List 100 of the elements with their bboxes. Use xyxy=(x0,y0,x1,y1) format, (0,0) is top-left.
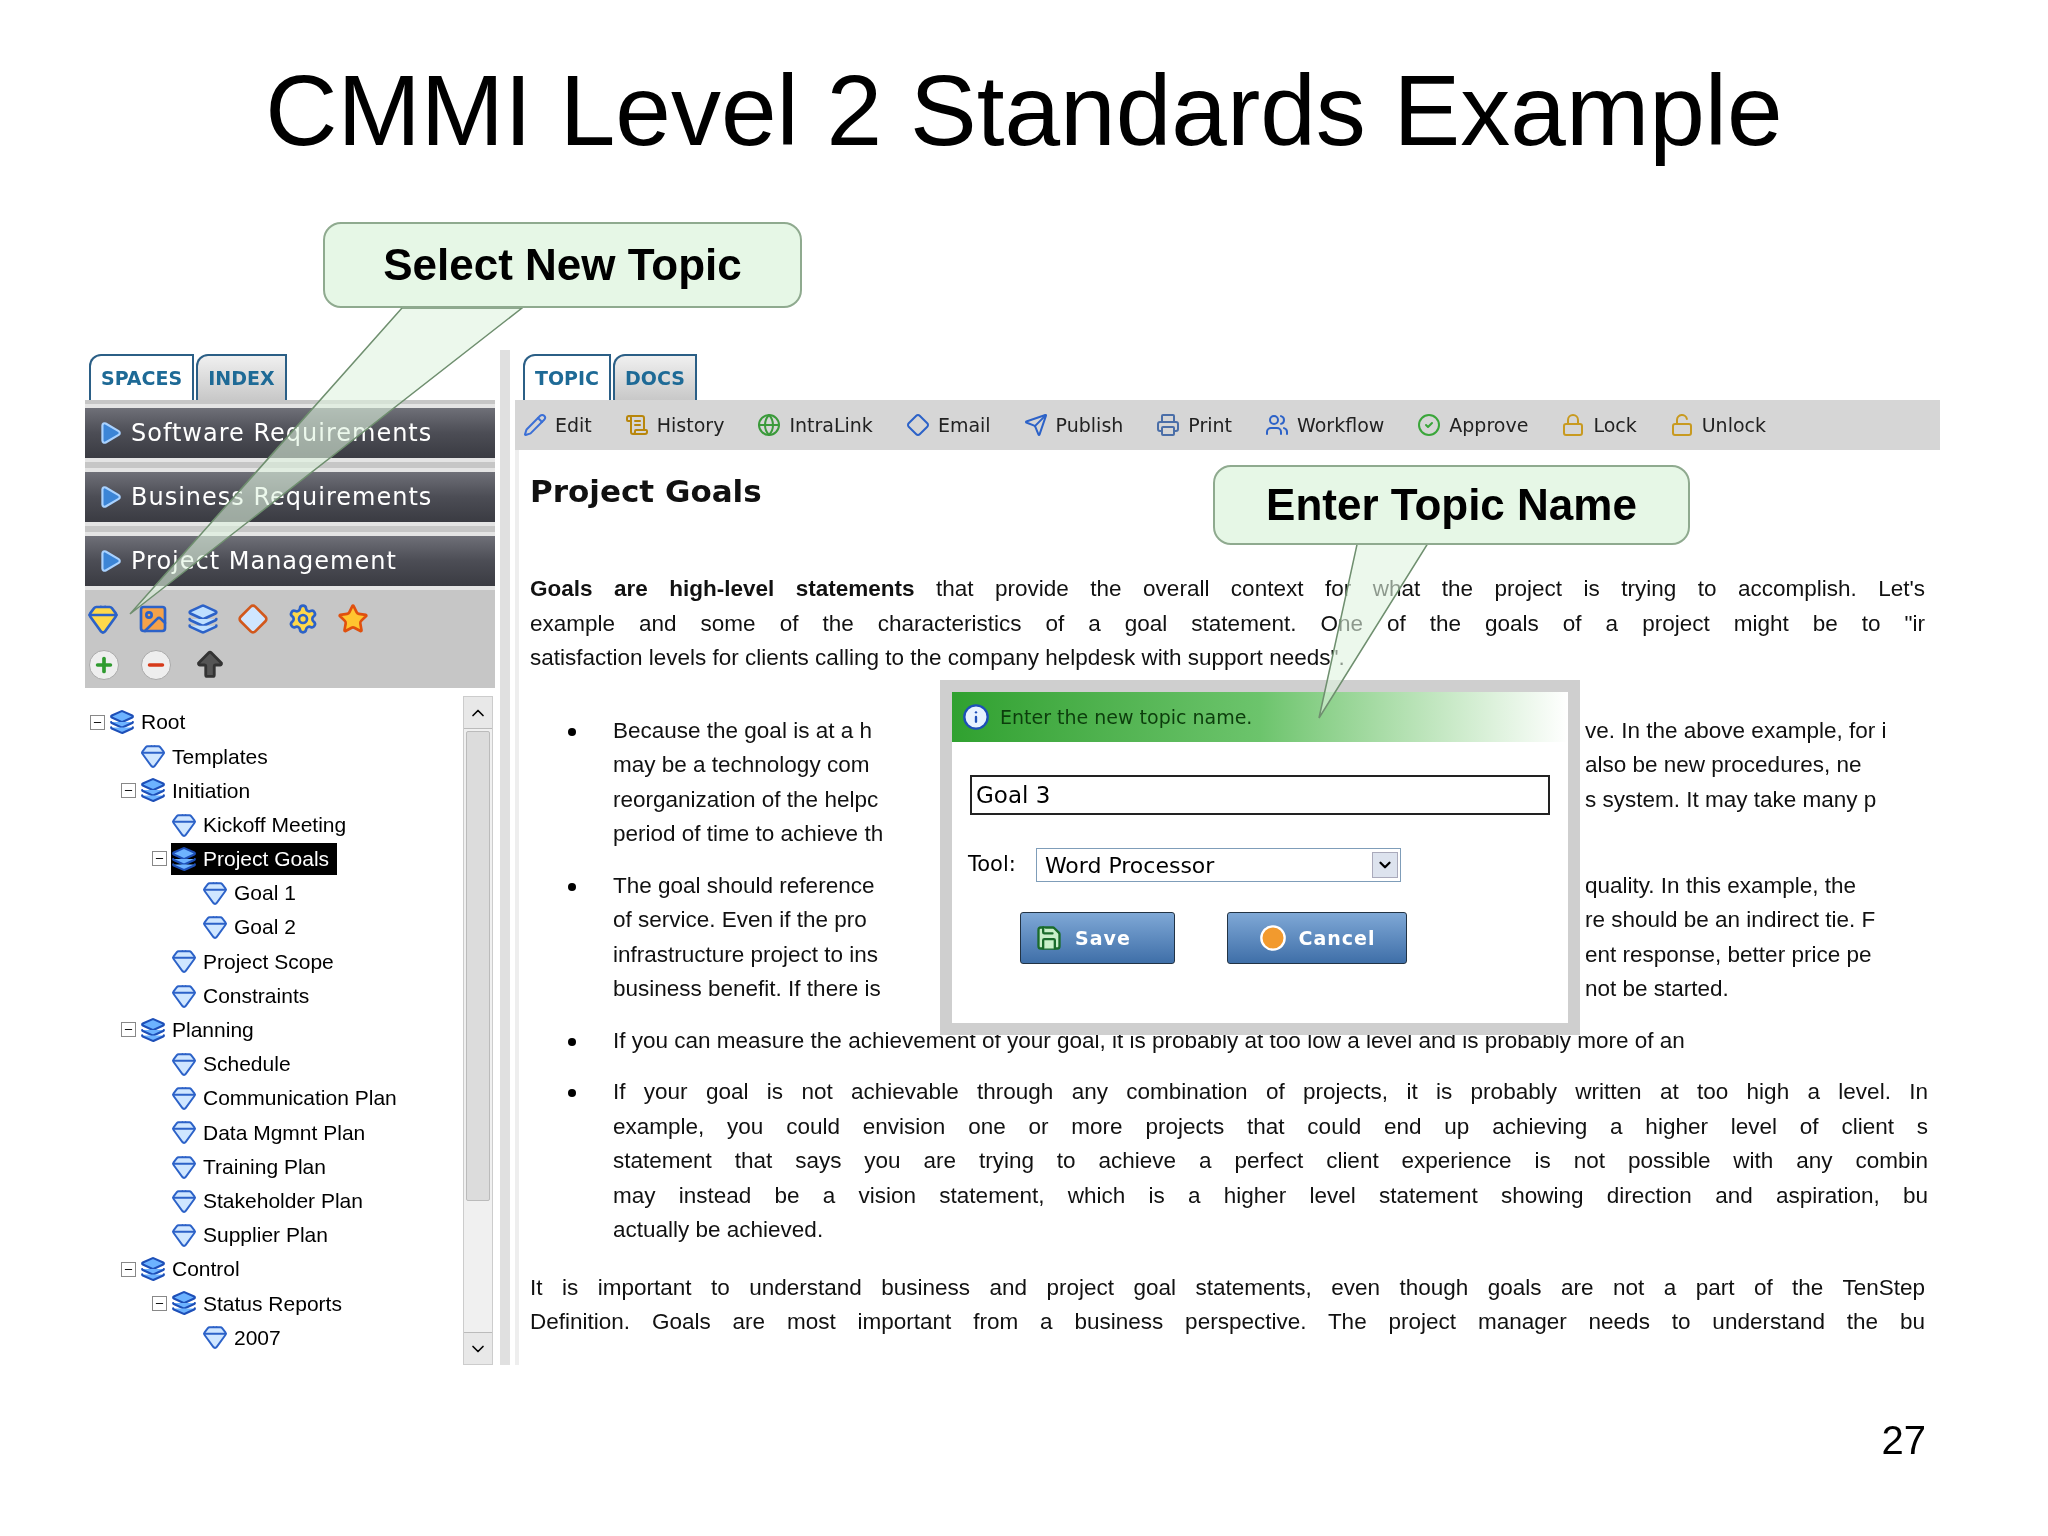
star-icon[interactable] xyxy=(337,603,369,635)
body-text: example, you could envision one or more projects that could end up achieving a higher level of client s xyxy=(613,1112,1928,1141)
bullet-icon xyxy=(567,1037,576,1046)
layers-icon[interactable] xyxy=(187,603,219,635)
add-icon[interactable] xyxy=(89,650,119,680)
body-text: not be started. xyxy=(1585,975,1729,1003)
diamond-icon[interactable] xyxy=(87,603,119,635)
body-text: re should be an indirect tie. F xyxy=(1585,906,1876,934)
send-icon xyxy=(1023,413,1048,437)
tree-item[interactable]: Data Mgmnt Plan xyxy=(171,1116,374,1149)
body-text: ent response, better price pe xyxy=(1585,940,1872,969)
bullet-icon xyxy=(567,1089,576,1097)
body-text: ve. In the above example, for i xyxy=(1585,716,1887,745)
tab[interactable]: INDEX xyxy=(196,354,287,400)
bullet-icon xyxy=(567,727,576,736)
tree-item[interactable]: Communication Plan xyxy=(171,1082,405,1114)
diamond-icon xyxy=(171,1187,197,1214)
diamond-icon xyxy=(171,1119,197,1146)
collapse-icon[interactable] xyxy=(151,851,167,867)
callout: Enter Topic Name xyxy=(1213,465,1690,545)
diamond-icon xyxy=(171,811,197,838)
diamond-icon xyxy=(140,743,166,770)
tree-item[interactable]: Status Reports xyxy=(171,1287,350,1320)
tree-item[interactable]: Project Scope xyxy=(171,945,342,978)
page-number: 27 xyxy=(1881,1417,1926,1464)
printer-icon xyxy=(1156,413,1181,437)
diamond-icon xyxy=(171,1221,197,1248)
tree-item[interactable]: Templates xyxy=(140,740,276,773)
diamond-icon xyxy=(171,1153,197,1180)
body-text: If your goal is not achievable through any combination of projects, it is probably written at too high a level. In xyxy=(613,1078,1928,1106)
tool-select[interactable]: Word Processor xyxy=(1035,848,1401,882)
bullet-icon xyxy=(567,882,576,891)
tree-item[interactable]: Goal 1 xyxy=(202,877,304,909)
tree-item[interactable]: Control xyxy=(140,1253,248,1285)
picture-icon[interactable] xyxy=(137,603,169,635)
tree-item[interactable]: Project Goals xyxy=(171,843,338,875)
collapse-icon[interactable] xyxy=(120,1022,136,1038)
diamond-icon xyxy=(171,982,197,1009)
info-icon xyxy=(962,703,990,731)
body-text: also be new procedures, ne xyxy=(1585,751,1862,779)
callout: Select New Topic xyxy=(323,222,802,308)
tool-label: Tool: xyxy=(968,851,1016,879)
body-text: Goals are high-level statements that provide the overall context for what the project is trying to accomplish. Let's xyxy=(530,575,1925,603)
toolbar-button[interactable]: Unlock xyxy=(1669,410,1766,440)
tree-item[interactable]: Initiation xyxy=(140,774,259,807)
body-text: actually be achieved. xyxy=(613,1216,825,1244)
tree-item[interactable]: Training Plan xyxy=(171,1150,334,1183)
globe-icon xyxy=(757,413,782,437)
body-text: Because the goal is at a h xyxy=(613,716,873,745)
body-text: of service. Even if the pro xyxy=(613,906,868,934)
check-icon xyxy=(1417,413,1442,437)
toolbar-button[interactable]: Workflow xyxy=(1265,410,1385,440)
diamond-icon xyxy=(202,914,228,941)
tree-item[interactable]: 2007 xyxy=(202,1321,289,1354)
body-text: satisfaction levels for clients calling to the company helpdesk with support needs". xyxy=(530,644,1346,672)
tree-item[interactable]: Root xyxy=(109,706,194,738)
topic-heading: Project Goals xyxy=(530,473,762,509)
space-bar[interactable]: Business Requirements xyxy=(85,468,495,526)
collapse-icon[interactable] xyxy=(120,1261,136,1277)
space-bar[interactable]: Software Requirements xyxy=(85,404,495,462)
tab[interactable]: SPACES xyxy=(89,354,195,400)
cancel-button[interactable]: Cancel xyxy=(1227,912,1407,964)
save-icon xyxy=(1035,924,1063,952)
tree-item[interactable]: Kickoff Meeting xyxy=(171,808,355,841)
toolbar-button[interactable]: Publish xyxy=(1023,410,1124,440)
save-button[interactable]: Save xyxy=(1020,912,1175,964)
collapse-icon[interactable] xyxy=(89,714,105,730)
toolbar-button[interactable]: History xyxy=(624,410,725,440)
diamond-icon[interactable] xyxy=(237,603,269,635)
gear-icon[interactable] xyxy=(287,603,319,635)
body-text: example and some of the characteristics of a goal statement. One of the goals of a project might be to "ir xyxy=(530,609,1925,638)
remove-icon[interactable] xyxy=(141,650,171,680)
collapse-icon[interactable] xyxy=(120,782,136,798)
body-text: may instead be a vision statement, which is a higher level statement showing direction and aspiration, bu xyxy=(613,1181,1928,1210)
body-text: may be a technology com xyxy=(613,751,871,779)
diamond-icon xyxy=(171,1050,197,1077)
topic-name-field[interactable]: Goal 3 xyxy=(970,775,1550,815)
tab[interactable]: DOCS xyxy=(613,354,697,400)
dropdown-icon xyxy=(1371,852,1398,878)
body-text: s system. It may take many p xyxy=(1585,785,1877,814)
toolbar-button[interactable]: Approve xyxy=(1417,410,1529,440)
tree-item[interactable]: Schedule xyxy=(171,1048,299,1080)
collapse-icon[interactable] xyxy=(151,1295,167,1311)
tree-item[interactable]: Constraints xyxy=(171,979,318,1012)
toolbar-button[interactable]: Lock xyxy=(1561,410,1637,440)
toolbar-button[interactable]: Print xyxy=(1156,410,1233,440)
toolbar-button[interactable]: IntraLink xyxy=(757,410,873,440)
diamond-icon xyxy=(905,413,930,437)
tree-item[interactable]: Stakeholder Plan xyxy=(171,1184,371,1217)
tree-item[interactable]: Planning xyxy=(140,1014,262,1046)
toolbar-button[interactable]: Email xyxy=(905,410,991,440)
space-bar[interactable]: Project Management xyxy=(85,532,495,590)
unlock-icon xyxy=(1669,413,1694,437)
scrollbar[interactable] xyxy=(463,696,493,1365)
tree-item[interactable]: Goal 2 xyxy=(202,911,304,943)
body-text: infrastructure project to ins xyxy=(613,940,880,969)
diamond-icon xyxy=(202,880,228,907)
tree-item[interactable]: Supplier Plan xyxy=(171,1219,336,1251)
tab[interactable]: TOPIC xyxy=(523,354,612,400)
toolbar-button[interactable]: Edit xyxy=(523,410,592,440)
